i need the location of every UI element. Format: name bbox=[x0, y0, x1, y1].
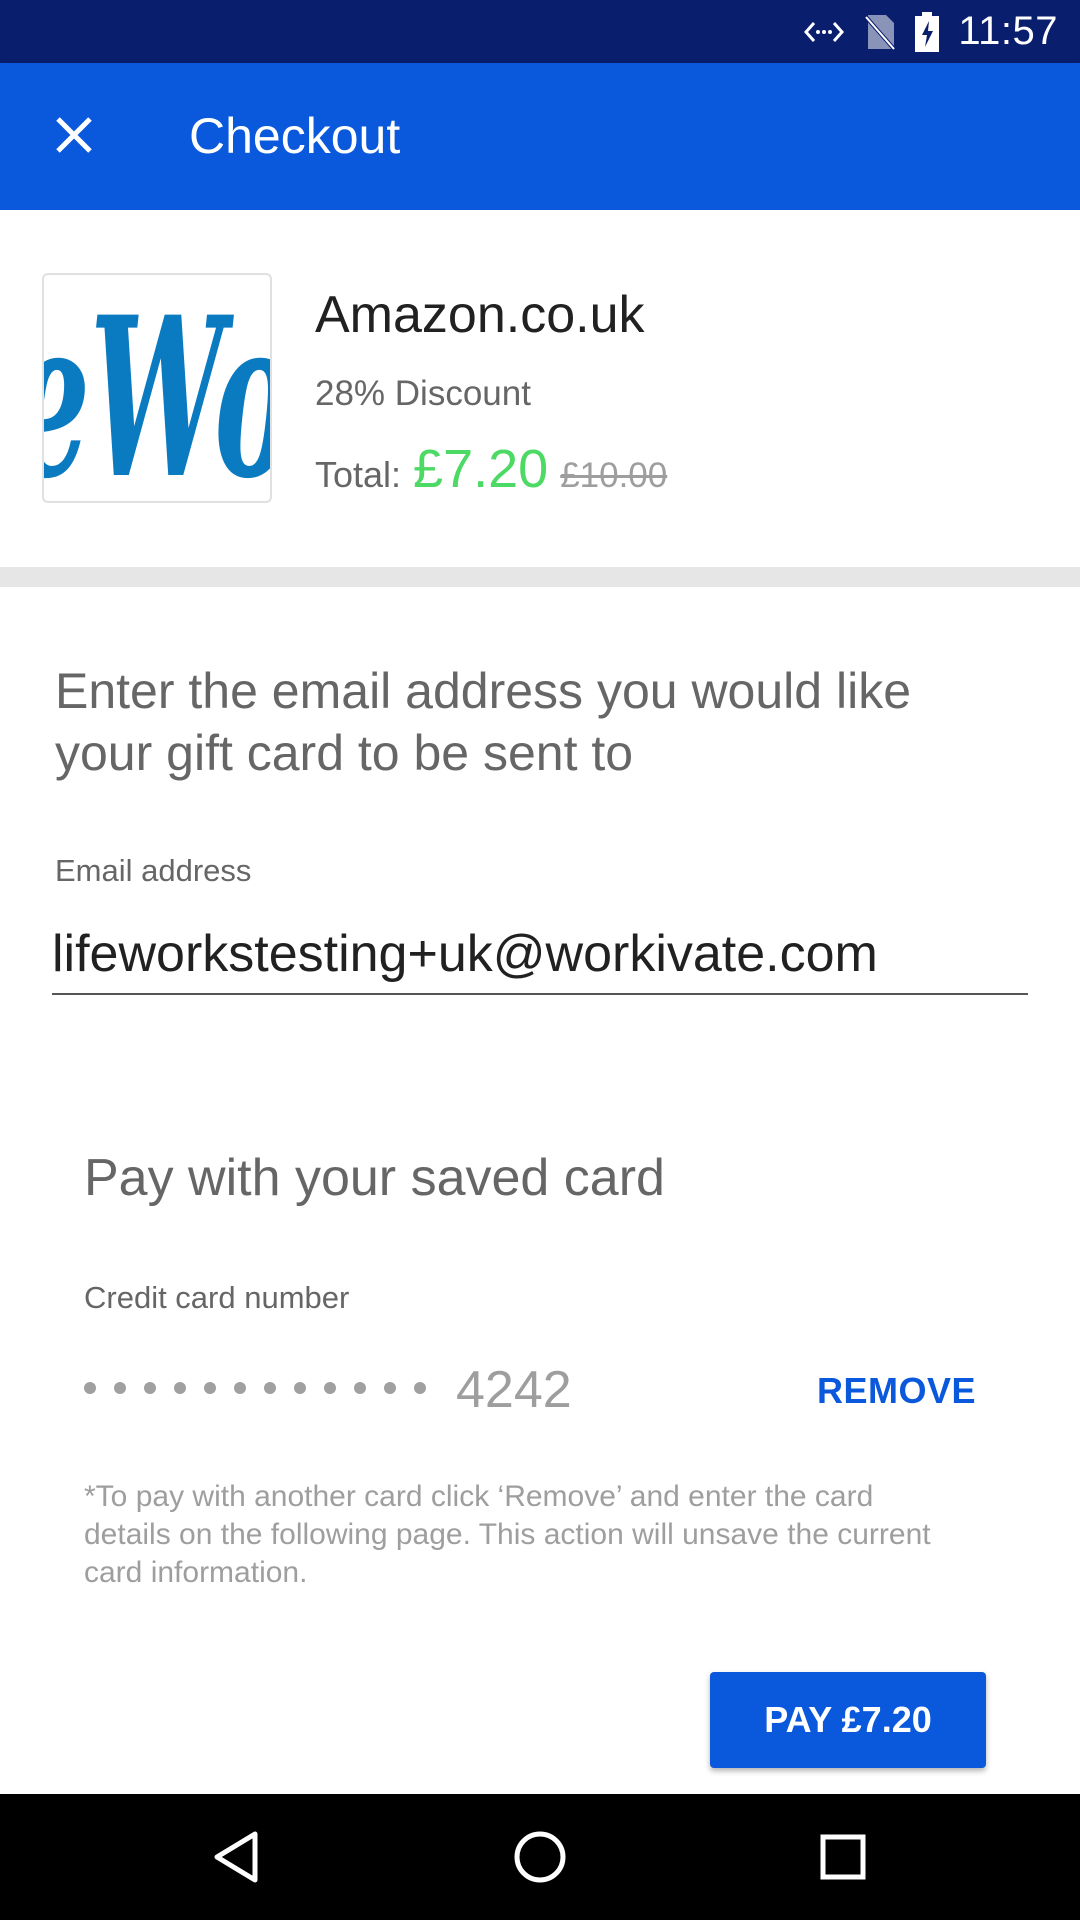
logo-text: eWo bbox=[44, 275, 270, 501]
masked-digit-dot bbox=[294, 1382, 306, 1394]
data-transfer-icon bbox=[802, 17, 846, 47]
merchant-logo: eWo bbox=[42, 273, 272, 503]
recents-button[interactable] bbox=[813, 1827, 873, 1887]
status-bar: 11:57 bbox=[0, 0, 1080, 63]
close-icon bbox=[56, 117, 92, 153]
saved-card-title: Pay with your saved card bbox=[84, 1149, 665, 1207]
email-field[interactable] bbox=[52, 915, 1028, 995]
total-label: Total: bbox=[315, 454, 402, 495]
original-price: £10.00 bbox=[560, 456, 668, 495]
page-title: Checkout bbox=[189, 108, 401, 164]
masked-digit-dot bbox=[204, 1382, 216, 1394]
section-divider bbox=[0, 567, 1080, 587]
back-icon bbox=[214, 1831, 258, 1883]
total-price: £7.20 bbox=[413, 439, 549, 499]
masked-digit-dot bbox=[174, 1382, 186, 1394]
masked-digit-dot bbox=[264, 1382, 276, 1394]
home-icon bbox=[514, 1831, 566, 1883]
masked-digit-dot bbox=[114, 1382, 126, 1394]
discount-label: 28% Discount bbox=[315, 374, 531, 413]
masked-digit-dot bbox=[354, 1382, 366, 1394]
status-icons: 11:57 bbox=[802, 0, 1058, 63]
pay-button[interactable]: PAY £7.20 bbox=[710, 1672, 986, 1768]
merchant-name: Amazon.co.uk bbox=[315, 286, 645, 344]
email-prompt: Enter the email address you would like y… bbox=[55, 663, 912, 781]
remove-card-button[interactable]: REMOVE bbox=[817, 1370, 976, 1412]
card-last4: 4242 bbox=[456, 1361, 572, 1419]
recents-icon bbox=[820, 1834, 866, 1880]
app-bar: Checkout bbox=[0, 63, 1080, 210]
battery-charging-icon bbox=[914, 11, 940, 52]
credit-card-label: Credit card number bbox=[84, 1280, 350, 1315]
back-button[interactable] bbox=[206, 1827, 266, 1887]
total-row: Total: £7.20 £10.00 bbox=[315, 438, 667, 500]
credit-card-row: 4242 REMOVE bbox=[84, 1352, 1004, 1424]
masked-digit-dot bbox=[384, 1382, 396, 1394]
masked-digit-dot bbox=[234, 1382, 246, 1394]
product-summary: eWo Amazon.co.uk 28% Discount Total: £7.… bbox=[0, 210, 1080, 567]
email-label: Email address bbox=[55, 853, 252, 888]
masked-digit-dot bbox=[144, 1382, 156, 1394]
masked-digit-dot bbox=[84, 1382, 96, 1394]
masked-card-digits bbox=[84, 1352, 426, 1424]
no-sim-icon bbox=[864, 13, 896, 51]
masked-digit-dot bbox=[414, 1382, 426, 1394]
card-note: *To pay with another card click ‘Remove’… bbox=[84, 1480, 931, 1589]
home-button[interactable] bbox=[510, 1827, 570, 1887]
masked-digit-dot bbox=[324, 1382, 336, 1394]
status-time: 11:57 bbox=[958, 9, 1058, 53]
navigation-bar bbox=[0, 1794, 1080, 1920]
close-button[interactable] bbox=[44, 105, 104, 165]
